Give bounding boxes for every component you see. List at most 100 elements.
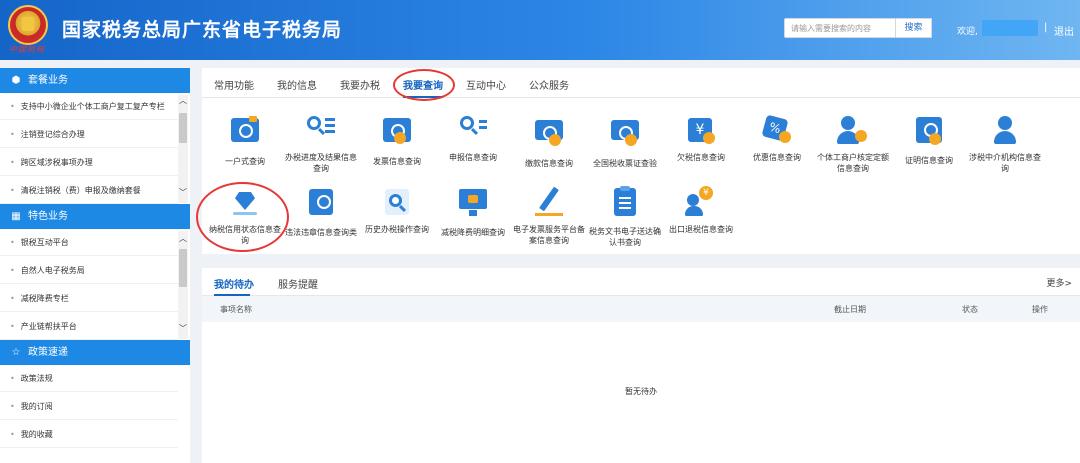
sidebar-section-title: 政策速递: [28, 347, 68, 358]
query-item-label: 办税进度及结果信息查询: [285, 153, 357, 173]
sidebar-section-featured[interactable]: ▦ 特色业务: [0, 204, 190, 229]
query-item-label: 欠税信息查询: [677, 153, 725, 162]
tab-interaction[interactable]: 互动中心: [466, 77, 506, 92]
document-clipboard-icon: [609, 186, 641, 220]
chevron-down-icon[interactable]: ﹀: [178, 323, 188, 334]
todo-panel: 我的待办 服务提醒 更多> 事项名称 截止日期 状态 操作 暂无待办: [202, 268, 1080, 463]
card-search-icon: [229, 116, 261, 150]
tab-common[interactable]: 常用功能: [214, 77, 254, 92]
query-item[interactable]: 个体工商户核定定额信息查询: [815, 114, 891, 174]
site-title: 国家税务总局广东省电子税务局: [62, 19, 343, 41]
tab-my-todo[interactable]: 我的待办: [214, 276, 254, 291]
query-item[interactable]: 申报信息查询: [435, 114, 511, 163]
sidebar-item[interactable]: 清税注销税（费）申报及缴纳套餐: [0, 177, 178, 204]
chevron-up-icon[interactable]: ︿: [178, 95, 188, 106]
query-item[interactable]: 电子发票服务平台备案信息查询: [511, 186, 587, 246]
query-item[interactable]: 减税降费明细查询: [435, 186, 511, 238]
arrears-search-icon: ¥: [685, 114, 717, 146]
query-item[interactable]: 税务文书电子送达确认书查询: [587, 186, 663, 248]
sidebar-item[interactable]: 注销登记综合办理: [0, 121, 178, 148]
e-invoice-pen-icon: [533, 186, 565, 218]
column-header: 事项名称: [220, 305, 252, 314]
cube-icon: ⬢: [11, 75, 21, 86]
tab-my-info[interactable]: 我的信息: [277, 77, 317, 92]
scroll-thumb[interactable]: [179, 113, 187, 143]
invoice-search-icon: [381, 118, 413, 150]
search-input[interactable]: 请输入需要搜索的内容: [784, 18, 896, 38]
sidebar-item[interactable]: 跨区域涉税事项办理: [0, 149, 178, 176]
main-tabs: 常用功能 我的信息 我要办税 我要查询 互动中心 公众服务: [202, 68, 1080, 98]
sidebar-item[interactable]: 产业链帮扶平台: [0, 313, 178, 340]
list-search-icon: [305, 114, 337, 146]
sidebar-section-title: 特色业务: [28, 211, 68, 222]
query-item-label: 个体工商户核定定额信息查询: [817, 153, 889, 173]
column-header: 截止日期: [834, 305, 866, 314]
query-item-label: 违法违章信息查询类: [285, 228, 357, 237]
payment-search-icon: [533, 120, 565, 152]
query-item-label: 优惠信息查询: [753, 153, 801, 162]
query-item[interactable]: 全国税收票证查验: [587, 114, 663, 169]
declaration-search-icon: [457, 114, 489, 146]
chevron-down-icon[interactable]: ﹀: [178, 187, 188, 198]
query-item[interactable]: 证明信息查询: [891, 114, 967, 166]
query-item-label: 全国税收票证查验: [593, 159, 657, 168]
query-item-label: 涉税中介机构信息查询: [969, 153, 1041, 173]
tax-emblem-logo: [8, 5, 48, 45]
query-item-label: 缴款信息查询: [525, 159, 573, 168]
query-item-label: 申报信息查询: [449, 153, 497, 162]
column-header: 状态: [962, 305, 978, 314]
highlight-circle: [196, 182, 289, 252]
sidebar-item[interactable]: 我的订阅: [0, 393, 178, 420]
more-link[interactable]: 更多>: [1046, 276, 1072, 289]
sidebar-item[interactable]: 自然人电子税务局: [0, 257, 178, 284]
sidebar-item[interactable]: 我的收藏: [0, 421, 178, 448]
certificate-search-icon: [913, 117, 945, 149]
query-item-label: 一户式查询: [225, 157, 265, 166]
sidebar-scrollbar[interactable]: ︿ ﹀: [178, 95, 188, 203]
tab-public-service[interactable]: 公众服务: [529, 77, 569, 92]
todo-tabs: 我的待办 服务提醒 更多>: [202, 268, 1080, 296]
tab-service-reminder[interactable]: 服务提醒: [278, 276, 318, 291]
query-item-label: 减税降费明细查询: [441, 228, 505, 237]
empty-message: 暂无待办: [625, 387, 657, 396]
sidebar: ⬢ 套餐业务 支持中小微企业个体工商户复工复产专栏 注销登记综合办理 跨区域涉税事…: [0, 68, 190, 463]
logout-link[interactable]: 退出: [1054, 23, 1074, 38]
query-item[interactable]: 发票信息查询: [359, 114, 435, 167]
chevron-up-icon[interactable]: ︿: [178, 233, 188, 244]
query-item[interactable]: 涉税中介机构信息查询: [967, 114, 1043, 174]
query-item[interactable]: 一户式查询: [207, 114, 283, 167]
sidebar-section-title: 套餐业务: [28, 75, 68, 86]
query-item[interactable]: 历史办税操作查询: [359, 186, 435, 235]
query-item-label: 税务文书电子送达确认书查询: [589, 227, 661, 247]
sidebar-item[interactable]: 支持中小微企业个体工商户复工复产专栏: [0, 93, 178, 120]
star-icon: ☆: [11, 347, 21, 358]
highlight-circle: [393, 69, 455, 101]
sidebar-scrollbar[interactable]: ︿ ﹀: [178, 231, 188, 339]
header-separator: |: [1044, 22, 1048, 33]
query-item[interactable]: 缴款信息查询: [511, 114, 587, 169]
sidebar-item[interactable]: 减税降费专栏: [0, 285, 178, 312]
export-refund-icon: ¥: [685, 186, 717, 218]
query-item[interactable]: % 优惠信息查询: [739, 114, 815, 163]
column-header: 操作: [1032, 305, 1048, 314]
sidebar-item[interactable]: 银税互动平台: [0, 229, 178, 256]
tax-reduction-monitor-icon: [457, 189, 489, 221]
search-button[interactable]: 搜索: [896, 18, 932, 38]
query-panel: 常用功能 我的信息 我要办税 我要查询 互动中心 公众服务 一户式查询 办税进度…: [196, 68, 1080, 254]
query-item[interactable]: ¥ 欠税信息查询: [663, 114, 739, 163]
query-item[interactable]: ¥ 出口退税信息查询: [663, 186, 739, 235]
violation-doc-icon: [305, 189, 337, 221]
query-item[interactable]: 违法违章信息查询类: [283, 186, 359, 238]
tab-handle-tax[interactable]: 我要办税: [340, 77, 380, 92]
query-item[interactable]: 办税进度及结果信息查询: [283, 114, 359, 174]
top-header: 中國稅務 国家税务总局广东省电子税务局 请输入需要搜索的内容 搜索 欢迎, | …: [0, 0, 1080, 60]
query-item-label: 出口退税信息查询: [669, 225, 733, 234]
query-item-label: 历史办税操作查询: [365, 225, 429, 234]
grid-icon: ▦: [11, 211, 21, 222]
query-item-label: 电子发票服务平台备案信息查询: [513, 225, 585, 245]
scroll-thumb[interactable]: [179, 249, 187, 287]
sidebar-section-package[interactable]: ⬢ 套餐业务: [0, 68, 190, 93]
sidebar-section-policy[interactable]: ☆ 政策速递: [0, 340, 190, 365]
sidebar-item[interactable]: 政策法规: [0, 365, 178, 392]
tax-certificate-icon: [609, 120, 641, 152]
